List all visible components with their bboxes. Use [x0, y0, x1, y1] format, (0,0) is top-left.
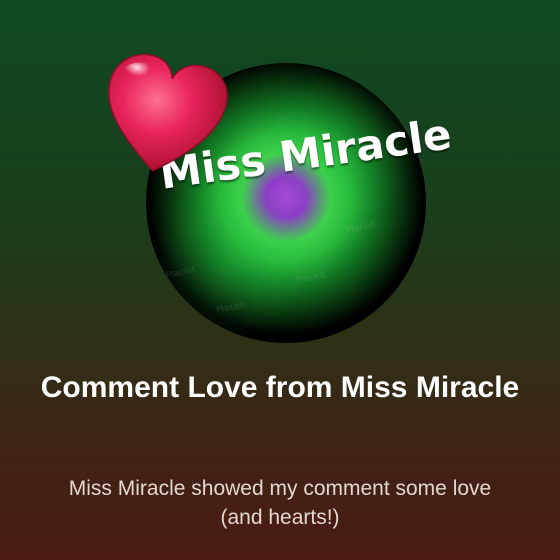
avatar-watermark: Placeit [215, 299, 247, 317]
post-subtitle: Miss Miracle showed my comment some love… [68, 477, 492, 529]
avatar-watermark: Placeit [295, 269, 327, 287]
heart-icon [96, 52, 232, 182]
avatar-watermark: Placeit [165, 264, 197, 282]
comment-love-card: Placeit Placeit Placeit Placeit Miss Mir… [0, 0, 560, 560]
post-title: Comment Love from Miss Miracle [40, 371, 520, 404]
avatar-watermark: Placeit [345, 219, 377, 237]
